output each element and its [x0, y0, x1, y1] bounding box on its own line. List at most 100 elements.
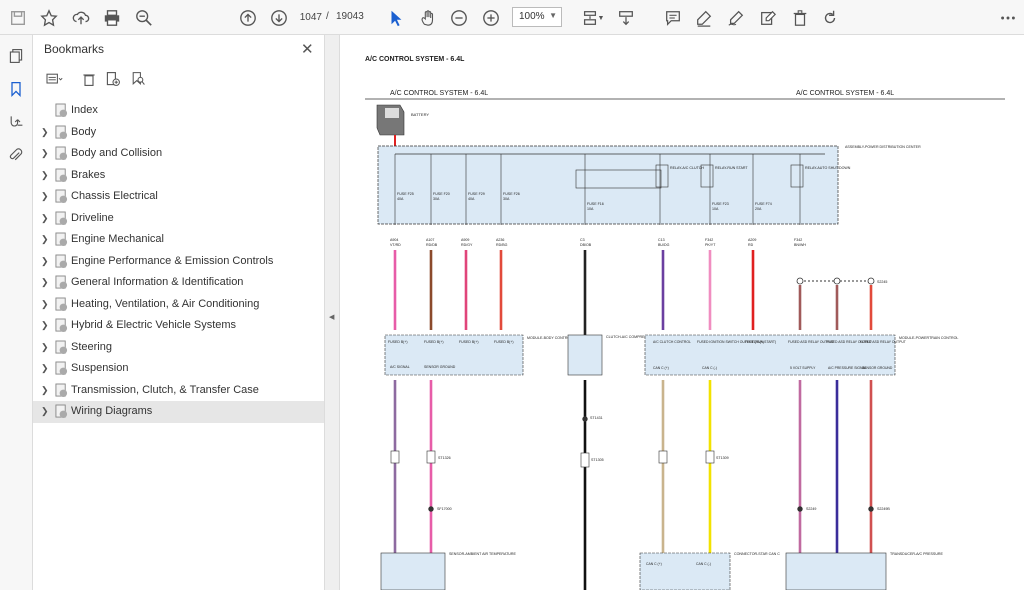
pcm-pin: FUSED B(+): [745, 340, 764, 344]
fuse-label: FUSE F29: [468, 192, 485, 196]
wire-circuit: F342: [705, 238, 713, 242]
highlight-icon[interactable]: [692, 6, 716, 30]
bookmark-item[interactable]: ❯ Driveline: [33, 208, 324, 230]
bookmark-item[interactable]: ❯ Engine Performance & Emission Controls: [33, 251, 324, 273]
page-fit-caret-icon[interactable]: ▼: [596, 6, 606, 30]
upload-icon[interactable]: [69, 6, 93, 30]
chevron-right-icon[interactable]: ❯: [41, 342, 49, 353]
chevron-right-icon[interactable]: ❯: [41, 234, 49, 245]
pcm-lower-pin: 5 VOLT SUPPLY: [790, 366, 816, 370]
bcm-label: MODULE-BODY CONTROL: [527, 336, 572, 340]
bookmark-item[interactable]: ❯ Steering: [33, 337, 324, 359]
bookmark-page-icon: [55, 211, 68, 226]
wire-color-code: RD/BG: [496, 243, 508, 247]
wire-circuit: A909: [461, 238, 469, 242]
wire-circuit: C3: [580, 238, 585, 242]
pcm-lower-pin: CAN C (-): [702, 366, 717, 370]
chevron-right-icon[interactable]: ❯: [41, 299, 49, 310]
bookmark-item[interactable]: ❯ Brakes: [33, 165, 324, 187]
pcm-pin: A/C CLUTCH CONTROL: [653, 340, 691, 344]
chevron-right-icon[interactable]: ❯: [41, 148, 49, 159]
wire-color-code: RD/DB: [426, 243, 438, 247]
battery-icon: [376, 104, 405, 136]
layers-icon[interactable]: [5, 111, 27, 133]
bcm-pin: FUSED B(+): [459, 340, 479, 344]
chevron-right-icon[interactable]: ❯: [41, 256, 49, 267]
bookmark-item[interactable]: ❯ Hybrid & Electric Vehicle Systems: [33, 315, 324, 337]
chevron-right-icon[interactable]: ❯: [41, 406, 49, 417]
zoom-in-icon[interactable]: [479, 6, 503, 30]
pcm-label: MODULE-POWERTRAIN CONTROL: [899, 336, 958, 340]
zoom-search-icon[interactable]: [132, 6, 156, 30]
panel-splitter[interactable]: ◀: [324, 35, 340, 590]
bookmark-item[interactable]: ❯ Suspension: [33, 358, 324, 380]
chevron-right-icon[interactable]: ❯: [41, 363, 49, 374]
bookmark-page-icon: [55, 168, 68, 183]
chevron-right-icon[interactable]: ❯: [41, 385, 49, 396]
wire-circuit: A107: [426, 238, 434, 242]
comment-icon[interactable]: [661, 6, 685, 30]
bookmark-label: Engine Mechanical: [71, 233, 164, 245]
wire-labels: A904 VT/RD A107 RD/DB A909 RD/GY A236 RD…: [390, 238, 806, 247]
bookmark-item[interactable]: ❯ Heating, Ventilation, & Air Conditionin…: [33, 294, 324, 316]
collapse-arrow-icon[interactable]: ◀: [329, 313, 334, 321]
chevron-right-icon[interactable]: ❯: [41, 277, 49, 288]
chevron-right-icon[interactable]: ❯: [41, 191, 49, 202]
select-cursor-icon[interactable]: [384, 6, 408, 30]
pages-icon[interactable]: [5, 45, 27, 67]
rotate-icon[interactable]: [818, 6, 842, 30]
attachment-icon[interactable]: [5, 144, 27, 166]
page-up-icon[interactable]: [236, 6, 260, 30]
more-icon[interactable]: [996, 6, 1020, 30]
page-heading: A/C CONTROL SYSTEM - 6.4L: [365, 56, 465, 63]
new-bookmark-icon[interactable]: [103, 69, 123, 89]
page-number-input[interactable]: 1047: [296, 9, 322, 27]
chevron-right-icon[interactable]: ❯: [41, 213, 49, 224]
page-total: 19043: [336, 11, 364, 22]
bookmark-item[interactable]: ❯ Body and Collision: [33, 143, 324, 165]
bookmark-icon[interactable]: [5, 78, 27, 100]
pcm-lower-pin: CAN C (+): [653, 366, 669, 370]
bookmark-label: Index: [71, 104, 98, 116]
chevron-right-icon[interactable]: ❯: [41, 320, 49, 331]
chevron-right-icon[interactable]: ❯: [41, 170, 49, 181]
zoom-select[interactable]: 100% ▼: [512, 7, 562, 27]
bookmark-page-icon: [55, 404, 68, 419]
bookmark-item[interactable]: ❯ Transmission, Clutch, & Transfer Case: [33, 380, 324, 402]
bcm-pin: FUSED B(+): [388, 340, 408, 344]
document-page: A/C CONTROL SYSTEM - 6.4L A/C CONTROL SY…: [340, 35, 1024, 590]
page-down-icon[interactable]: [267, 6, 291, 30]
delete-icon[interactable]: [788, 6, 812, 30]
bookmark-page-icon: [55, 189, 68, 204]
delete-bookmark-icon[interactable]: [79, 69, 99, 89]
hand-icon[interactable]: [416, 6, 440, 30]
zoom-out-icon[interactable]: [447, 6, 471, 30]
draw-icon[interactable]: [724, 6, 748, 30]
bookmark-item[interactable]: Index: [33, 100, 324, 122]
bookmark-item[interactable]: ❯ Chassis Electrical: [33, 186, 324, 208]
can-label: CAN C (+): [646, 562, 662, 566]
bookmark-item[interactable]: ❯ General Information & Identification: [33, 272, 324, 294]
bookmark-label: Suspension: [71, 362, 129, 374]
scroll-mode-icon[interactable]: [614, 6, 638, 30]
wire-color-code: BN/WH: [794, 243, 806, 247]
bookmark-label: Transmission, Clutch, & Transfer Case: [71, 383, 259, 396]
star-icon[interactable]: [37, 6, 61, 30]
fuse-label: FUSE F16: [587, 202, 604, 206]
diagram-header-right: A/C CONTROL SYSTEM - 6.4L: [796, 90, 894, 97]
print-icon[interactable]: [100, 6, 124, 30]
fill-sign-icon[interactable]: [756, 6, 780, 30]
bookmark-item[interactable]: ❯ Engine Mechanical: [33, 229, 324, 251]
chevron-down-icon: ▼: [549, 11, 557, 20]
bookmark-item[interactable]: ❯ Body: [33, 122, 324, 144]
zoom-value: 100%: [519, 11, 545, 22]
find-bookmark-icon[interactable]: [128, 69, 148, 89]
chevron-right-icon[interactable]: ❯: [41, 127, 49, 138]
save-icon[interactable]: [6, 6, 30, 30]
fuse-amps: 20A: [755, 207, 762, 211]
close-icon[interactable]: ✕: [301, 40, 314, 58]
fuse-label: FUSE F26: [503, 192, 520, 196]
bookmark-item-selected[interactable]: ❯ Wiring Diagrams: [33, 401, 324, 423]
pdc-label: ASSEMBLY-POWER DISTRIBUTION CENTER: [845, 145, 921, 149]
bookmark-options-button[interactable]: [42, 69, 68, 89]
